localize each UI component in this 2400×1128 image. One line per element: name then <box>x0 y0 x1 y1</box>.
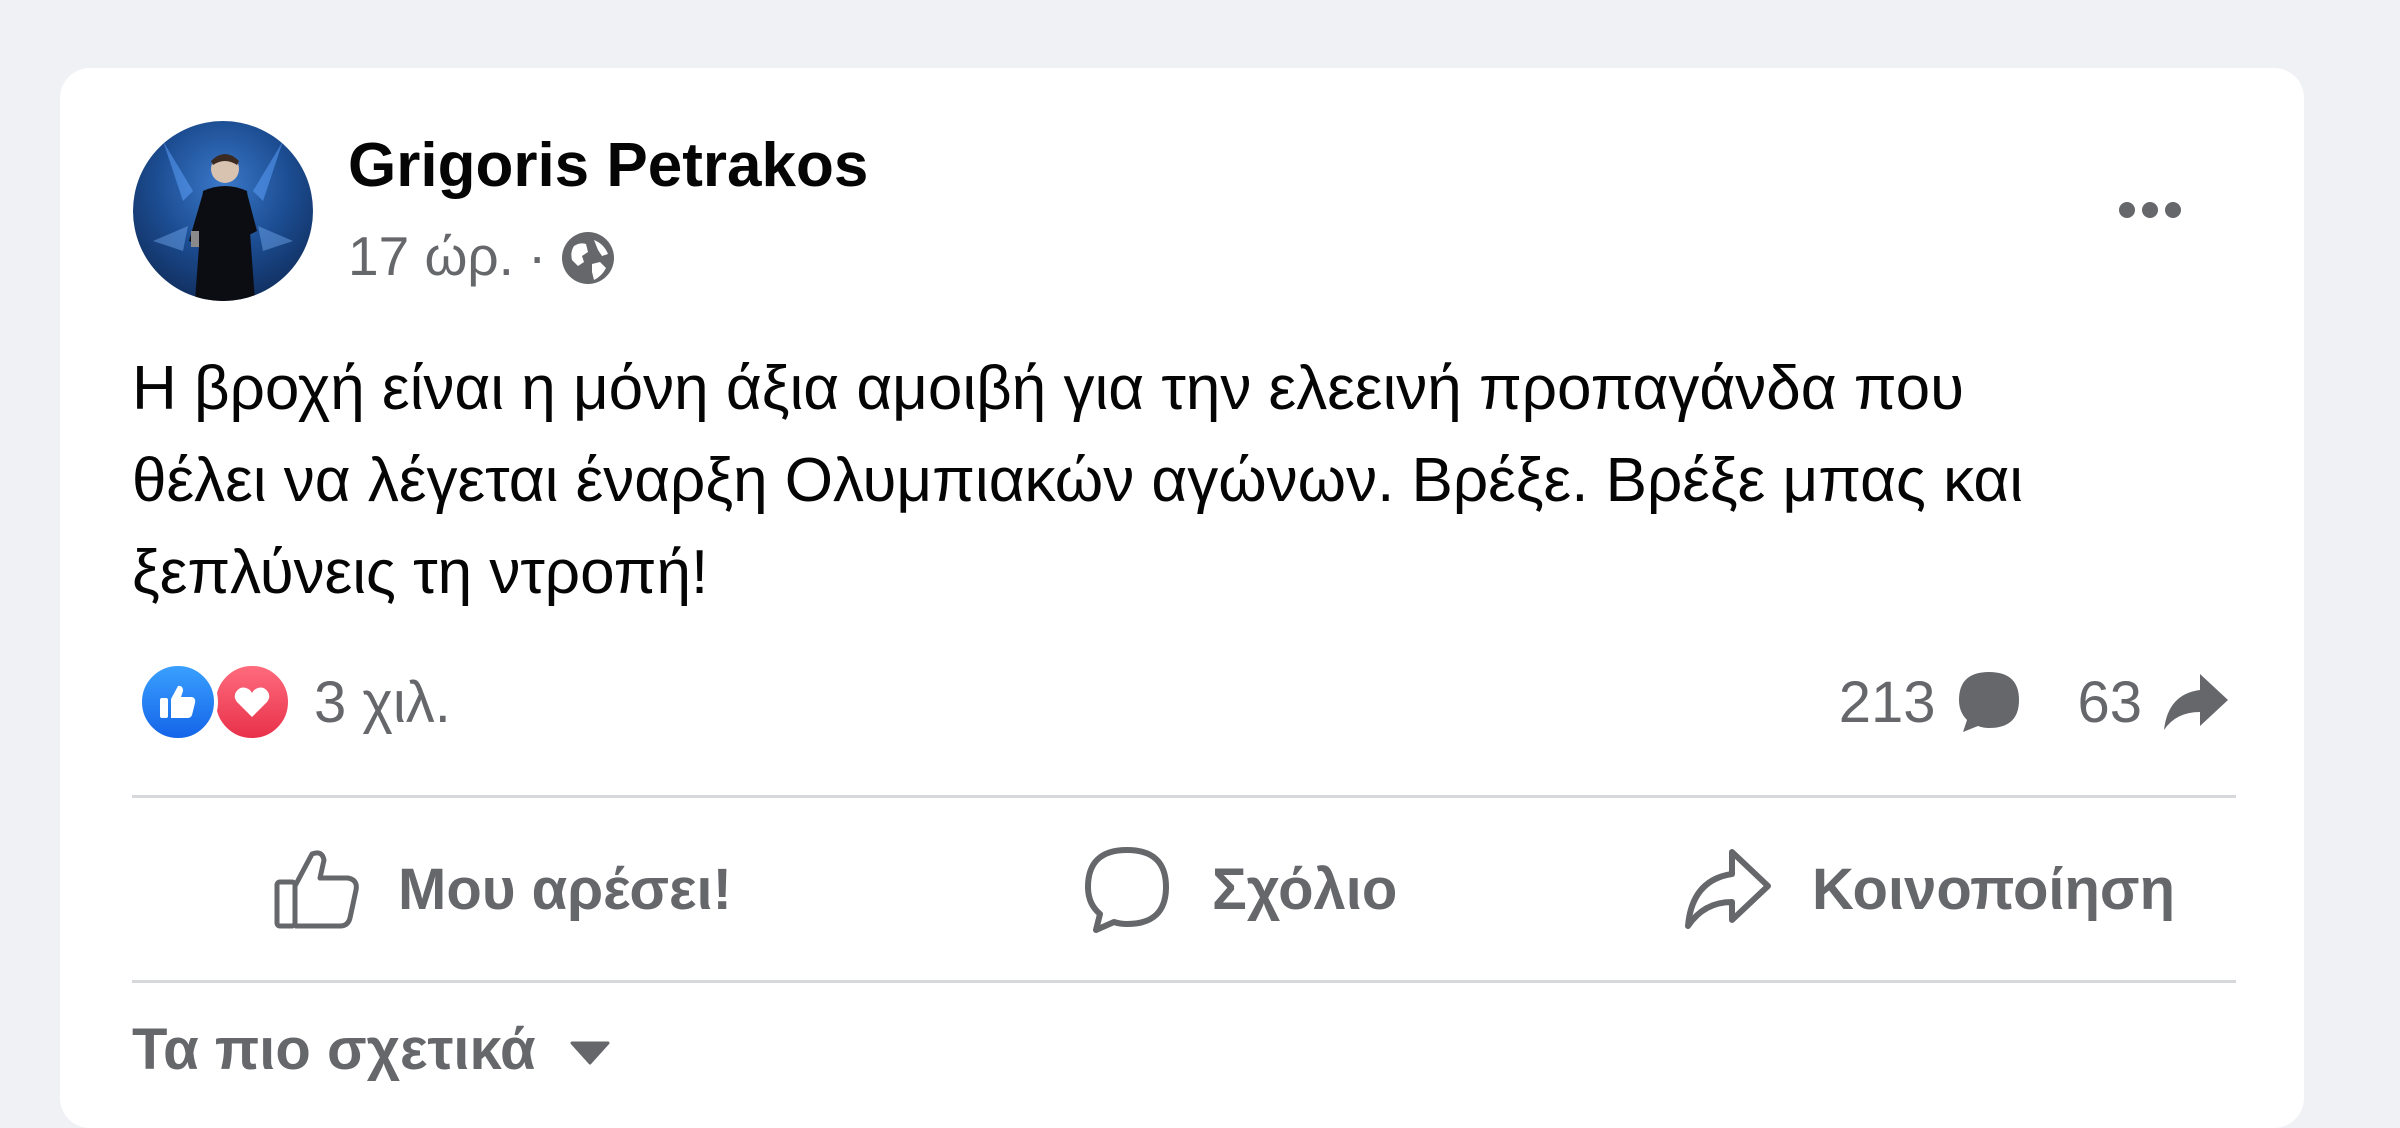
share-icon <box>1685 849 1771 929</box>
globe-icon[interactable] <box>560 226 616 286</box>
post-card: Grigoris Petrakos 17 ώρ. · Η βροχή είναι… <box>60 68 2304 1128</box>
reaction-count: 3 χιλ. <box>314 669 451 735</box>
comment-icon <box>1085 847 1169 933</box>
more-dot <box>2119 202 2135 218</box>
meta-separator: · <box>527 225 547 287</box>
post-meta: 17 ώρ. · <box>348 224 616 288</box>
like-button[interactable]: Μου αρέσει! <box>272 800 732 978</box>
more-dot <box>2142 202 2158 218</box>
post-actions: Μου αρέσει! Σχόλιο Κοινοποίηση <box>132 800 2236 978</box>
post-timestamp[interactable]: 17 ώρ. <box>348 224 514 288</box>
post-stats: 213 63 <box>1839 658 2232 746</box>
love-reaction-icon <box>212 662 292 742</box>
chevron-down-icon <box>570 1041 610 1064</box>
thumbs-up-icon <box>274 850 359 929</box>
avatar[interactable] <box>133 121 313 301</box>
share-button[interactable]: Κοινοποίηση <box>1682 800 2175 978</box>
like-reaction-icon <box>138 662 218 742</box>
comment-button[interactable]: Σχόλιο <box>1082 800 1397 978</box>
comment-button-label: Σχόλιο <box>1212 856 1398 922</box>
like-button-label: Μου αρέσει! <box>398 856 732 922</box>
author-name[interactable]: Grigoris Petrakos <box>348 130 868 201</box>
comment-count-value: 213 <box>1838 669 1936 735</box>
comment-count[interactable]: 213 <box>1839 668 2026 736</box>
divider <box>132 795 2236 798</box>
comment-bubble-icon <box>1959 672 2020 732</box>
divider <box>132 980 2236 983</box>
share-count-value: 63 <box>2077 669 2142 735</box>
share-button-label: Κοινοποίηση <box>1812 856 2176 922</box>
more-options-button[interactable] <box>2100 178 2200 242</box>
share-count[interactable]: 63 <box>2077 668 2232 736</box>
reactions-summary[interactable]: 3 χιλ. <box>138 658 451 746</box>
comments-sort-label: Τα πιο σχετικά <box>132 1017 536 1082</box>
share-arrow-icon <box>2164 674 2228 730</box>
comments-sort-dropdown[interactable]: Τα πιο σχετικά <box>132 1016 610 1083</box>
post-text: Η βροχή είναι η μόνη άξια αμοιβή για την… <box>132 354 2023 607</box>
more-dot <box>2165 202 2181 218</box>
